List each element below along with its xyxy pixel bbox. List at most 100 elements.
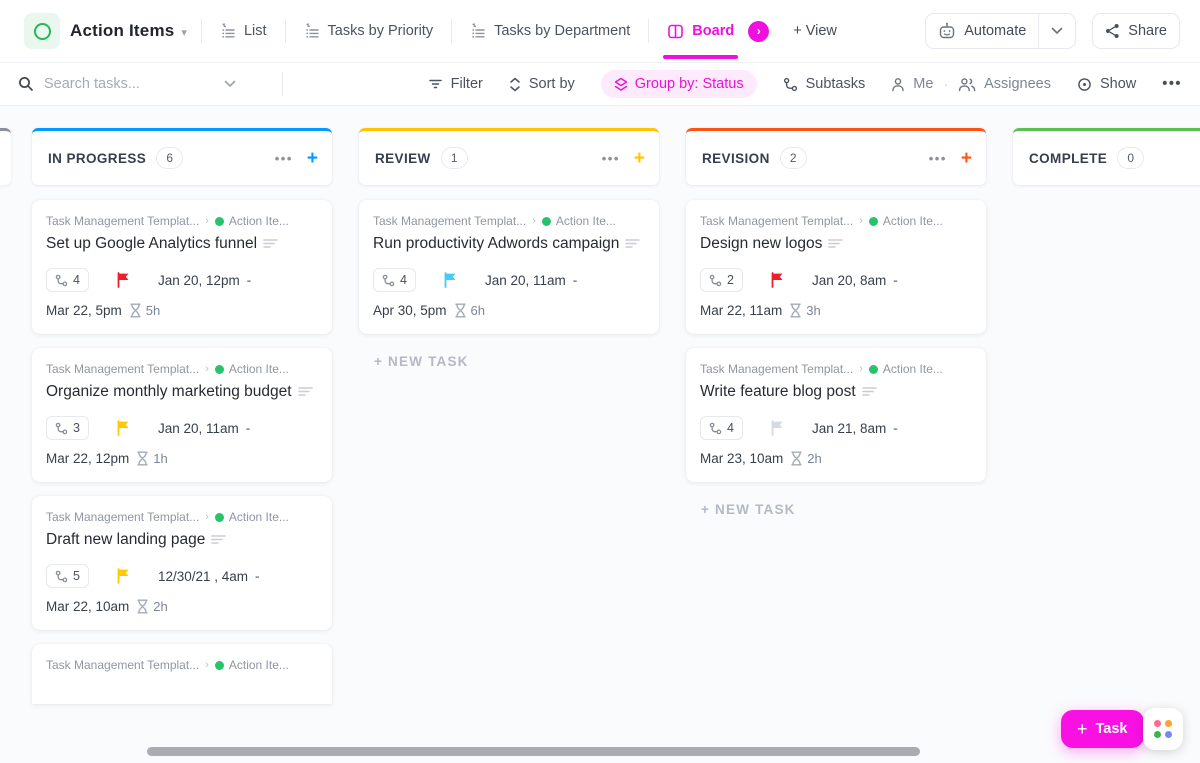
time-estimate-icon bbox=[136, 451, 149, 466]
subtasks-button[interactable]: Subtasks bbox=[783, 76, 866, 92]
search-box[interactable] bbox=[18, 76, 268, 92]
column-add-task-icon[interactable]: + bbox=[634, 149, 645, 168]
tab-label: List bbox=[244, 23, 267, 39]
subtask-count: 2 bbox=[727, 273, 734, 287]
add-view-button[interactable]: + View bbox=[793, 23, 837, 39]
board-icon bbox=[667, 23, 684, 40]
space-logo[interactable] bbox=[24, 13, 60, 49]
tab-list[interactable]: List bbox=[216, 17, 271, 45]
task-title[interactable]: Set up Google Analytics funnel bbox=[46, 233, 318, 255]
start-date[interactable]: Jan 21, 8am bbox=[812, 421, 886, 436]
tab-tasks-by-department[interactable]: Tasks by Department bbox=[466, 17, 634, 45]
column-header[interactable]: IN PROGRESS 6 ••• + bbox=[32, 128, 332, 185]
breadcrumb-list[interactable]: Action Ite... bbox=[229, 510, 289, 524]
pinned-list-icon bbox=[304, 23, 320, 39]
task-title[interactable]: Run productivity Adwords campaign bbox=[373, 233, 645, 255]
due-date[interactable]: Mar 22, 10am bbox=[46, 599, 129, 614]
chevron-down-icon[interactable]: ▾ bbox=[181, 26, 187, 39]
task-title[interactable]: Organize monthly marketing budget bbox=[46, 381, 318, 403]
breadcrumb-project[interactable]: Task Management Templat... bbox=[700, 362, 853, 376]
breadcrumb-project[interactable]: Task Management Templat... bbox=[46, 214, 199, 228]
priority-flag-icon[interactable] bbox=[770, 420, 785, 436]
column-add-task-icon[interactable]: + bbox=[307, 149, 318, 168]
column-more-icon[interactable]: ••• bbox=[275, 151, 293, 166]
breadcrumb-list[interactable]: Action Ite... bbox=[883, 214, 943, 228]
breadcrumb-list[interactable]: Action Ite... bbox=[229, 214, 289, 228]
breadcrumb-list[interactable]: Action Ite... bbox=[883, 362, 943, 376]
column-header[interactable]: REVIEW 1 ••• + bbox=[359, 128, 659, 185]
task-title[interactable]: Write feature blog post bbox=[700, 381, 972, 403]
subtask-count-badge[interactable]: 4 bbox=[373, 268, 416, 292]
chevron-right-icon: › bbox=[532, 215, 536, 227]
subtask-count-badge[interactable]: 2 bbox=[700, 268, 743, 292]
task-title[interactable]: Draft new landing page bbox=[46, 529, 318, 551]
priority-flag-icon[interactable] bbox=[116, 420, 131, 436]
task-card[interactable]: Task Management Templat... › Action Ite.… bbox=[359, 200, 659, 334]
subtask-count-badge[interactable]: 4 bbox=[46, 268, 89, 292]
breadcrumb-project[interactable]: Task Management Templat... bbox=[700, 214, 853, 228]
search-input[interactable] bbox=[44, 76, 214, 92]
expand-view-icon[interactable]: › bbox=[748, 21, 769, 42]
status-dot-icon bbox=[215, 217, 224, 226]
help-widget-button[interactable] bbox=[1143, 708, 1183, 750]
new-task-button[interactable]: + NEW TASK bbox=[359, 354, 659, 369]
start-date[interactable]: Jan 20, 12pm bbox=[158, 273, 240, 288]
share-button[interactable]: Share bbox=[1092, 13, 1180, 49]
task-meta-row2: Mar 22, 10am 2h bbox=[46, 599, 318, 614]
breadcrumb-list[interactable]: Action Ite... bbox=[556, 214, 616, 228]
breadcrumb-project[interactable]: Task Management Templat... bbox=[46, 510, 199, 524]
breadcrumb-list[interactable]: Action Ite... bbox=[229, 362, 289, 376]
due-date[interactable]: Mar 23, 10am bbox=[700, 451, 783, 466]
due-date[interactable]: Mar 22, 11am bbox=[700, 303, 782, 318]
start-date[interactable]: Jan 20, 11am bbox=[485, 273, 566, 288]
horizontal-scrollbar[interactable] bbox=[147, 747, 920, 756]
task-card[interactable]: Task Management Templat... › Action Ite.… bbox=[686, 200, 986, 334]
task-card[interactable]: Task Management Templat... › Action Ite.… bbox=[32, 200, 332, 334]
due-date[interactable]: Mar 22, 12pm bbox=[46, 451, 129, 466]
share-label: Share bbox=[1128, 23, 1167, 39]
due-date[interactable]: Apr 30, 5pm bbox=[373, 303, 447, 318]
column-header[interactable]: COMPLETE 0 ••• + bbox=[1013, 128, 1200, 185]
show-button[interactable]: Show bbox=[1077, 76, 1136, 92]
sort-button[interactable]: Sort by bbox=[509, 76, 575, 92]
column-more-icon[interactable]: ••• bbox=[602, 151, 620, 166]
me-filter-button[interactable]: Me bbox=[891, 76, 933, 92]
assignees-button[interactable]: Assignees bbox=[958, 76, 1051, 92]
group-by-button[interactable]: Group by: Status bbox=[601, 70, 757, 98]
subtask-count-badge[interactable]: 3 bbox=[46, 416, 89, 440]
priority-flag-icon[interactable] bbox=[116, 568, 131, 584]
start-date[interactable]: Jan 20, 11am bbox=[158, 421, 239, 436]
task-card[interactable]: Task Management Templat... › Action Ite.… bbox=[32, 348, 332, 482]
automate-button[interactable]: Automate bbox=[926, 14, 1038, 48]
tab-tasks-by-priority[interactable]: Tasks by Priority bbox=[300, 17, 438, 45]
column-header[interactable]: REVISION 2 ••• + bbox=[686, 128, 986, 185]
breadcrumb-project[interactable]: Task Management Templat... bbox=[373, 214, 526, 228]
subtask-count-badge[interactable]: 5 bbox=[46, 564, 89, 588]
column-add-task-icon[interactable]: + bbox=[961, 149, 972, 168]
column-header-partial[interactable] bbox=[0, 128, 11, 185]
task-card[interactable]: Task Management Templat... › Action Ite.… bbox=[32, 496, 332, 630]
toolbar-more-button[interactable]: ••• bbox=[1162, 76, 1182, 92]
column-more-icon[interactable]: ••• bbox=[929, 151, 947, 166]
start-date[interactable]: 12/30/21 , 4am bbox=[158, 569, 248, 584]
new-task-button[interactable]: + NEW TASK bbox=[686, 502, 986, 517]
priority-flag-icon[interactable] bbox=[116, 272, 131, 288]
task-card[interactable]: Task Management Templat... › Action Ite.… bbox=[32, 644, 332, 704]
priority-flag-icon[interactable] bbox=[770, 272, 785, 288]
priority-flag-icon[interactable] bbox=[443, 272, 458, 288]
filter-button[interactable]: Filter bbox=[428, 76, 483, 92]
breadcrumb: Task Management Templat... › Action Ite.… bbox=[46, 510, 318, 524]
task-title[interactable]: Design new logos bbox=[700, 233, 972, 255]
breadcrumb-project[interactable]: Task Management Templat... bbox=[46, 362, 199, 376]
breadcrumb-project[interactable]: Task Management Templat... bbox=[46, 658, 199, 672]
automate-dropdown-button[interactable] bbox=[1039, 14, 1075, 48]
task-card[interactable]: Task Management Templat... › Action Ite.… bbox=[686, 348, 986, 482]
chevron-down-icon[interactable] bbox=[224, 80, 236, 88]
subtask-count-badge[interactable]: 4 bbox=[700, 416, 743, 440]
breadcrumb-list[interactable]: Action Ite... bbox=[229, 658, 289, 672]
tab-board[interactable]: Board bbox=[663, 17, 738, 46]
page-title[interactable]: Action Items bbox=[70, 21, 174, 41]
due-date[interactable]: Mar 22, 5pm bbox=[46, 303, 122, 318]
start-date[interactable]: Jan 20, 8am bbox=[812, 273, 886, 288]
add-task-button[interactable]: + Task bbox=[1061, 710, 1144, 748]
